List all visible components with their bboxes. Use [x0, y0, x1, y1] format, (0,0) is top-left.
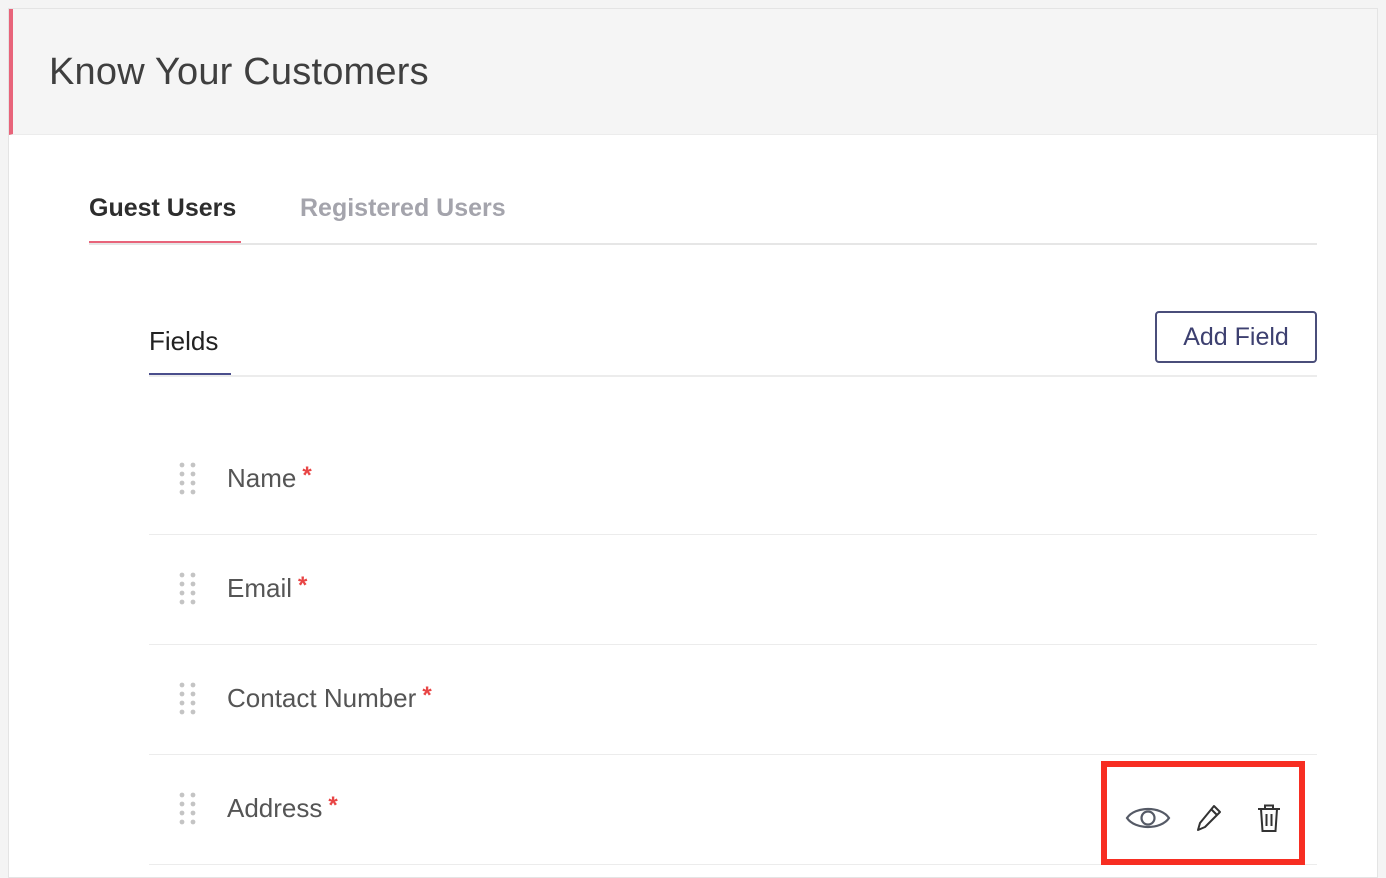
- field-label: Name: [227, 463, 297, 493]
- field-label: Contact Number: [227, 683, 417, 713]
- trash-icon[interactable]: [1255, 803, 1283, 833]
- required-mark: *: [298, 572, 308, 599]
- field-row-contact-number: Contact Number *: [149, 645, 1317, 755]
- field-label-wrap: Name *: [227, 461, 312, 497]
- user-type-tabs: Guest Users Registered Users: [89, 185, 1317, 245]
- page-title: Know Your Customers: [49, 51, 429, 93]
- pencil-icon[interactable]: [1195, 803, 1223, 833]
- field-label-wrap: Contact Number *: [227, 681, 432, 717]
- eye-icon[interactable]: [1125, 803, 1171, 833]
- field-label: Email: [227, 573, 293, 603]
- tab-guest-users[interactable]: Guest Users: [89, 191, 236, 225]
- kyc-panel: Know Your Customers Guest Users Register…: [8, 8, 1378, 878]
- field-list: Name * Email * Contact Number * Address …: [149, 425, 1317, 865]
- field-row-name: Name *: [149, 425, 1317, 535]
- drag-handle-icon[interactable]: [177, 791, 199, 825]
- row-actions-highlight: [1101, 761, 1305, 865]
- drag-handle-icon[interactable]: [177, 461, 199, 495]
- drag-handle-icon[interactable]: [177, 571, 199, 605]
- field-label-wrap: Email *: [227, 571, 307, 607]
- drag-handle-icon[interactable]: [177, 681, 199, 715]
- field-row-email: Email *: [149, 535, 1317, 645]
- field-label-wrap: Address *: [227, 791, 338, 827]
- active-tab-indicator: [89, 241, 241, 243]
- fields-header: Fields Add Field: [149, 309, 1317, 377]
- field-label: Address: [227, 793, 323, 823]
- required-mark: *: [328, 792, 338, 819]
- panel-header: Know Your Customers: [9, 9, 1377, 135]
- required-mark: *: [422, 682, 432, 709]
- tab-registered-users[interactable]: Registered Users: [300, 191, 506, 225]
- required-mark: *: [302, 462, 312, 489]
- fields-title: Fields: [149, 326, 219, 356]
- field-row-address: Address *: [149, 755, 1317, 865]
- fields-title-underline: [149, 373, 231, 375]
- add-field-button[interactable]: Add Field: [1155, 311, 1317, 363]
